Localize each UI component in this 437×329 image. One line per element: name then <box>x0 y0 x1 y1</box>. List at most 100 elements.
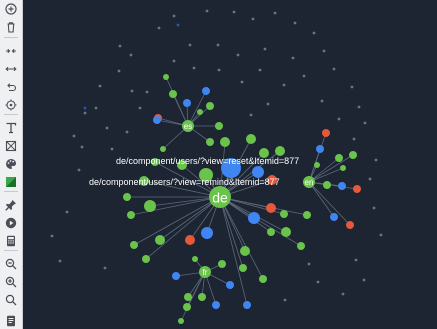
graph-node-green[interactable] <box>297 242 305 250</box>
graph-node-grey[interactable] <box>374 158 378 162</box>
graph-node-grey[interactable] <box>125 130 129 134</box>
graph-canvas[interactable]: de es en fr de/component/users/?view=reset&… <box>23 0 437 329</box>
graph-node-red[interactable] <box>266 203 276 213</box>
zoom-reset-button[interactable] <box>2 292 20 308</box>
graph-node-grey[interactable] <box>372 206 376 210</box>
graph-node-grey[interactable] <box>273 11 277 15</box>
graph-node-grey[interactable] <box>379 233 383 237</box>
graph-node-grey[interactable] <box>50 234 54 238</box>
graph-node-grey[interactable] <box>240 80 244 84</box>
graph-node-grey[interactable] <box>316 280 320 284</box>
graph-node-green[interactable] <box>267 228 275 236</box>
zoom-in-button[interactable] <box>2 274 20 290</box>
graph-node-green[interactable] <box>215 122 223 130</box>
graph-node-blue[interactable] <box>330 213 338 221</box>
graph-node-red[interactable] <box>322 129 330 137</box>
graph-node-green[interactable] <box>127 211 135 219</box>
target-button[interactable] <box>2 97 20 113</box>
graph-node-green[interactable] <box>220 137 230 147</box>
graph-svg[interactable]: de es en fr de/component/users/?view=reset&… <box>23 0 437 329</box>
pin-button[interactable] <box>2 197 20 213</box>
play-button[interactable] <box>2 215 20 231</box>
graph-node-grey[interactable] <box>368 177 372 181</box>
graph-node-grey[interactable] <box>157 26 161 30</box>
graph-node-red[interactable] <box>346 221 354 229</box>
graph-node-blue[interactable] <box>172 272 180 280</box>
graph-node-grey[interactable] <box>216 43 220 47</box>
graph-node-grey[interactable] <box>118 44 122 48</box>
graph-node-grey[interactable] <box>293 21 297 25</box>
graph-node-green[interactable] <box>206 138 214 146</box>
document-button[interactable] <box>2 313 20 329</box>
graph-node-grey[interactable] <box>80 145 84 149</box>
graph-node-green[interactable] <box>303 211 311 219</box>
crop-button[interactable] <box>2 138 20 154</box>
graph-node-grey[interactable] <box>341 292 345 296</box>
graph-node-grey[interactable] <box>205 9 209 13</box>
graph-node-blue[interactable] <box>226 281 234 289</box>
graph-node-grey[interactable] <box>77 168 81 172</box>
graph-node-red[interactable] <box>353 185 361 193</box>
graph-node-grey[interactable] <box>103 266 107 270</box>
graph-node-grey[interactable] <box>354 258 358 262</box>
graph-node-green[interactable] <box>240 246 250 256</box>
graph-node-grey[interactable] <box>350 85 354 89</box>
graph-node-grey[interactable] <box>117 69 121 73</box>
zoom-add-button[interactable] <box>2 1 20 17</box>
graph-node-dark-blue[interactable] <box>176 23 180 27</box>
text-button[interactable] <box>2 120 20 136</box>
graph-node-green[interactable] <box>335 154 343 162</box>
undo-button[interactable] <box>2 79 20 95</box>
graph-node-grey[interactable] <box>307 262 311 266</box>
graph-node-grey[interactable] <box>129 53 133 57</box>
graph-node-grey[interactable] <box>65 210 69 214</box>
graph-node-red[interactable] <box>185 235 195 245</box>
graph-node-green[interactable] <box>314 162 320 168</box>
graph-node-grey[interactable] <box>291 56 295 60</box>
expand-arrows-button[interactable] <box>2 61 20 77</box>
graph-node-grey[interactable] <box>362 278 366 282</box>
graph-node-blue[interactable] <box>248 212 260 224</box>
graph-node-green[interactable] <box>160 146 166 152</box>
trash-button[interactable] <box>2 19 20 35</box>
graph-node-green[interactable] <box>246 134 256 144</box>
graph-node-grey[interactable] <box>249 113 253 117</box>
graph-node-green[interactable] <box>206 102 214 110</box>
graph-node-green[interactable] <box>144 200 156 212</box>
graph-node-green[interactable] <box>280 210 288 218</box>
collapse-arrows-button[interactable] <box>2 43 20 59</box>
graph-node-grey[interactable] <box>232 10 236 14</box>
graph-node-grey[interactable] <box>138 106 142 110</box>
graph-node-green[interactable] <box>197 109 203 115</box>
graph-node-grey[interactable] <box>172 59 176 63</box>
graph-node-green[interactable] <box>184 293 192 301</box>
graph-node-blue[interactable] <box>316 145 324 153</box>
graph-node-grey[interactable] <box>94 106 98 110</box>
graph-node-green[interactable] <box>130 241 138 249</box>
graph-node-grey[interactable] <box>302 74 306 78</box>
graph-node-grey[interactable] <box>98 84 102 88</box>
graph-node-green[interactable] <box>239 264 247 272</box>
zoom-out-button[interactable] <box>2 256 20 272</box>
graph-node-grey[interactable] <box>332 67 336 71</box>
graph-node-grey[interactable] <box>352 137 356 141</box>
graph-node-green[interactable] <box>218 260 226 268</box>
graph-node-grey[interactable] <box>266 102 270 106</box>
graph-node-grey[interactable] <box>258 68 262 72</box>
graph-node-grey[interactable] <box>363 121 367 125</box>
graph-node-green[interactable] <box>259 275 267 283</box>
graph-node-blue[interactable] <box>202 87 210 95</box>
graph-node-green[interactable] <box>349 151 357 159</box>
graph-node-blue[interactable] <box>212 301 220 309</box>
graph-node-grey[interactable] <box>282 83 286 87</box>
graph-node-grey[interactable] <box>236 53 240 57</box>
graph-node-green[interactable] <box>178 318 184 324</box>
graph-node-grey[interactable] <box>105 126 109 130</box>
graph-node-blue[interactable] <box>338 182 346 190</box>
graph-node-grey[interactable] <box>322 49 326 53</box>
graph-node-green[interactable] <box>281 227 291 237</box>
graph-node-grey[interactable] <box>283 298 287 302</box>
graph-node-green[interactable] <box>323 181 331 189</box>
graph-node-grey[interactable] <box>320 99 324 103</box>
graph-node-grey[interactable] <box>217 68 221 72</box>
